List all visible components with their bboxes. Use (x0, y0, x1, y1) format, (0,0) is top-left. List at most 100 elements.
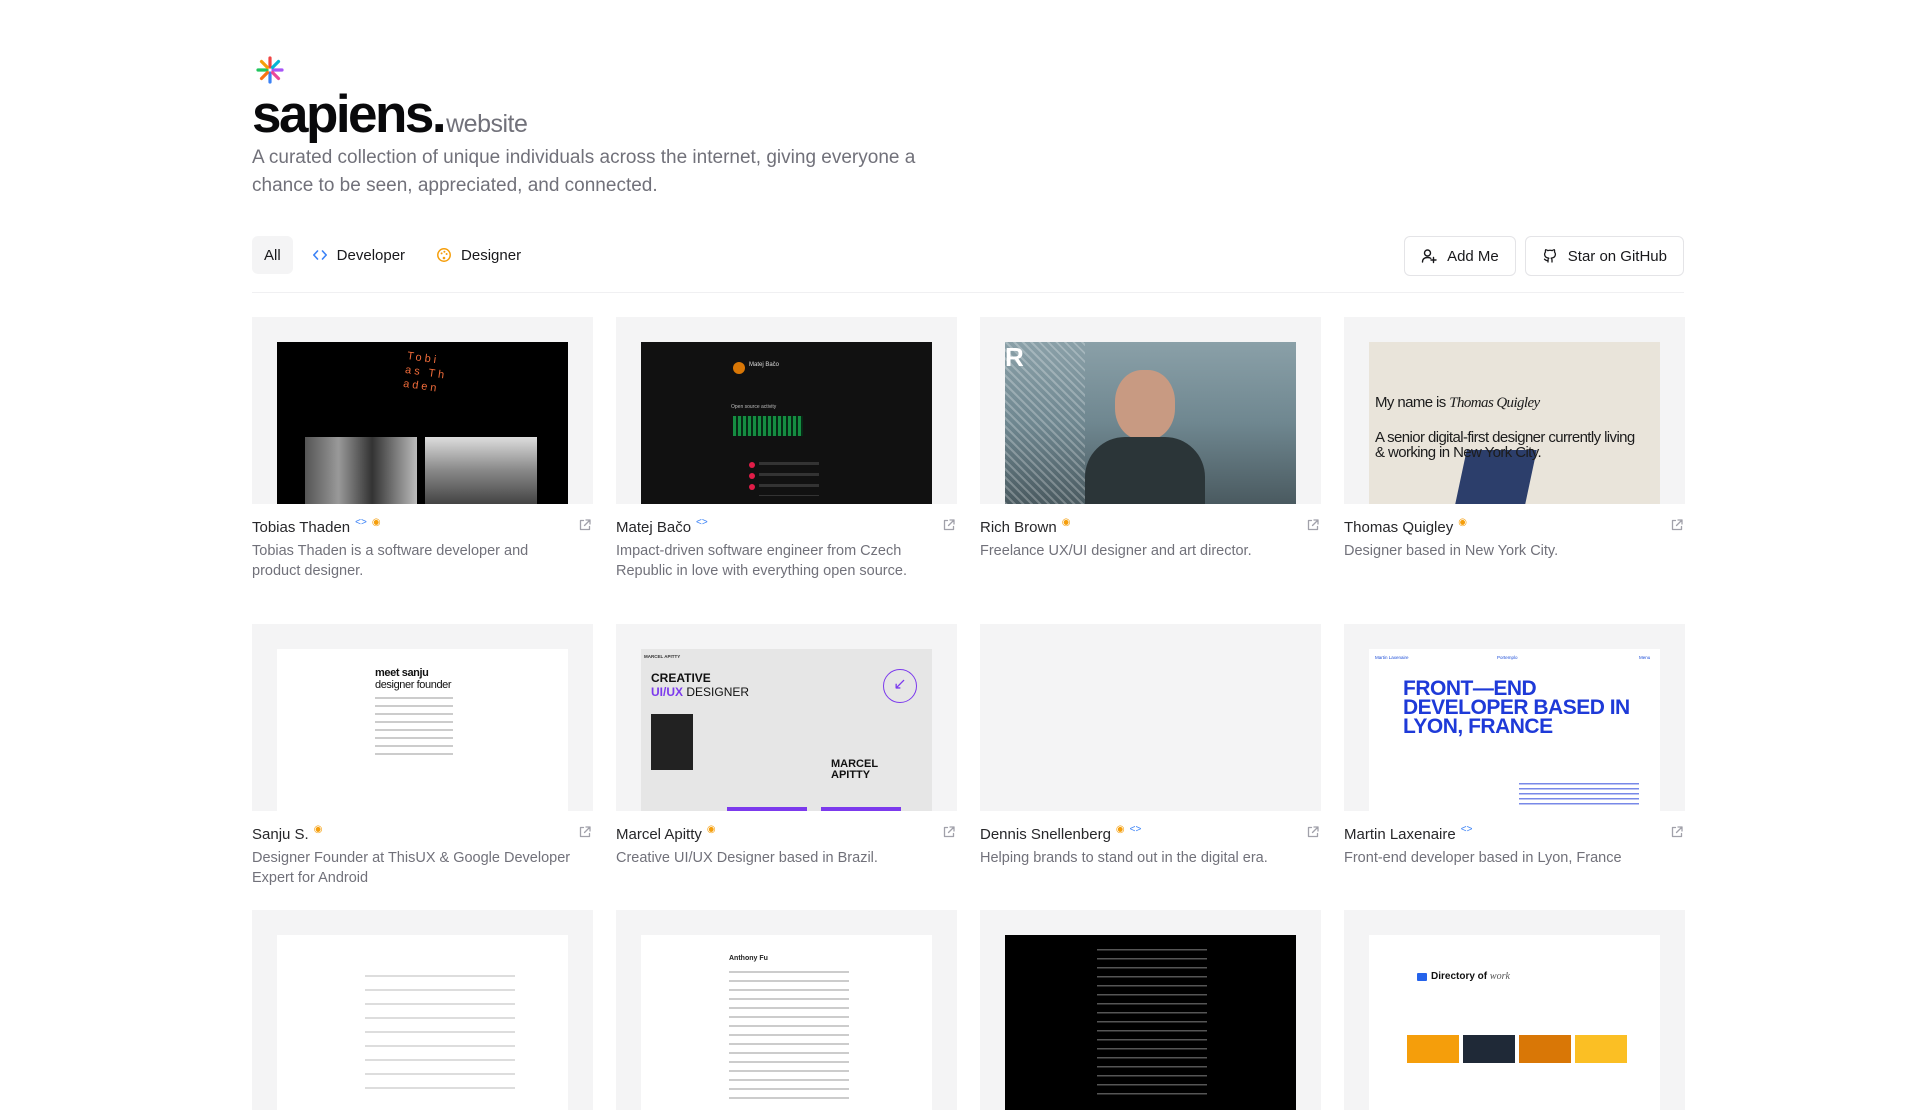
external-link-icon[interactable] (577, 824, 593, 840)
filter-tabs: All Developer Designer (252, 236, 533, 274)
external-link-icon[interactable] (1669, 517, 1685, 533)
preview-text: meet sanju (375, 667, 429, 679)
preview-headline: FRONT—END DEVELOPER BASED IN LYON, FRANC… (1403, 677, 1630, 738)
filter-designer-label: Designer (461, 246, 522, 264)
person-card: Directory of work (1344, 910, 1685, 1110)
preview-lines (375, 697, 453, 759)
person-card (252, 910, 593, 1110)
site-preview[interactable]: Matej Bačo Open source activity (616, 317, 957, 504)
preview-nav: Portemplo (1497, 655, 1518, 660)
preview-photo (305, 437, 417, 504)
toolbar: All Developer Designer Add Me Star on Gi… (252, 236, 1684, 276)
sapiens-logo-icon (256, 56, 284, 84)
external-link-icon[interactable] (1305, 517, 1321, 533)
site-preview[interactable]: Anthony Fu (616, 910, 957, 1110)
preview-word: work (1489, 971, 1510, 982)
person-description: Helping brands to stand out in the digit… (980, 850, 1268, 866)
person-card: My name is Thomas Quigley A senior digit… (1344, 317, 1685, 624)
arrow-circle-icon: ↙ (883, 669, 917, 703)
preview-text: UI/UX DESIGNER (651, 685, 749, 699)
preview-photo (1575, 1035, 1627, 1063)
star-label: Star on GitHub (1567, 247, 1667, 265)
header-divider (252, 292, 1684, 293)
external-link-icon[interactable] (941, 517, 957, 533)
person-name[interactable]: Tobias Thaden (252, 519, 350, 536)
preview-lines (729, 971, 849, 1101)
activity-graph (733, 416, 803, 436)
preview-text: MARCEL APITTY (644, 654, 681, 659)
person-description: Designer based in New York City. (1344, 543, 1559, 559)
person-card: Dennis Snellenberg ◉ <> Helping brands t… (980, 624, 1321, 910)
preview-lines (1097, 949, 1207, 1099)
preview-text: designer founder (375, 679, 452, 691)
person-description: Front-end developer based in Lyon, Franc… (1344, 850, 1622, 866)
person-description: Designer Founder at ThisUX & Google Deve… (252, 850, 571, 886)
site-preview[interactable] (980, 624, 1321, 811)
palette-icon: ◉ (1061, 517, 1071, 528)
site-preview[interactable]: MARCEL APITTY CREATIVE UI/UX DESIGNER ↙ … (616, 624, 957, 811)
header-actions: Add Me Star on GitHub (1404, 236, 1684, 276)
external-link-icon[interactable] (1305, 824, 1321, 840)
code-icon: <> (696, 517, 708, 528)
code-icon: <> (1129, 824, 1142, 835)
preview-word: DESIGNER (686, 685, 750, 699)
site-preview[interactable]: Tobi as Th aden (252, 317, 593, 504)
preview-text: Matej Bačo (749, 362, 780, 368)
star-on-github-button[interactable]: Star on GitHub (1524, 236, 1684, 276)
palette-icon (435, 246, 453, 264)
preview-text: My name is Thomas Quigley (1375, 394, 1540, 412)
site-preview[interactable]: R (980, 317, 1321, 504)
people-grid: Tobi as Th aden Tobias Thaden <> ◉ Tobia… (252, 317, 1685, 1110)
external-link-icon[interactable] (941, 824, 957, 840)
preview-text: Directory of work (1431, 971, 1510, 982)
external-link-icon[interactable] (1669, 824, 1685, 840)
filter-developer[interactable]: Developer (299, 236, 417, 274)
preview-text: Tobi as Th aden (402, 350, 448, 395)
add-me-button[interactable]: Add Me (1404, 236, 1516, 276)
person-description: Creative UI/UX Designer based in Brazil. (616, 850, 878, 866)
person-name[interactable]: Martin Laxenaire (1344, 826, 1456, 843)
portrait (1115, 370, 1175, 440)
brand-title: sapiens. website (252, 84, 528, 145)
palette-icon: ◉ (1115, 824, 1125, 835)
preview-line: My name is (1375, 394, 1446, 411)
person-name[interactable]: Sanju S. (252, 826, 309, 843)
preview-accent: UI/UX (651, 685, 684, 699)
person-name[interactable]: Thomas Quigley (1344, 519, 1453, 536)
palette-icon: ◉ (313, 824, 323, 835)
site-preview[interactable]: My name is Thomas Quigley A senior digit… (1344, 317, 1685, 504)
site-preview[interactable] (252, 910, 593, 1110)
person-card: Tobi as Th aden Tobias Thaden <> ◉ Tobia… (252, 317, 593, 624)
preview-dot (749, 462, 755, 468)
person-card: MARCEL APITTY CREATIVE UI/UX DESIGNER ↙ … (616, 624, 957, 910)
user-plus-icon (1421, 249, 1437, 264)
filter-all-label: All (264, 246, 281, 264)
external-link-icon[interactable] (577, 517, 593, 533)
preview-nav: Martin Laxenaire (1375, 655, 1409, 660)
site-preview[interactable]: Directory of work (1344, 910, 1685, 1110)
avatar (733, 362, 745, 374)
filter-all[interactable]: All (252, 236, 293, 274)
code-icon: <> (1460, 824, 1473, 835)
person-name[interactable]: Dennis Snellenberg (980, 826, 1111, 843)
preview-dot (749, 484, 755, 490)
person-name[interactable]: Marcel Apitty (616, 826, 702, 843)
preview-photo (651, 714, 693, 770)
preview-text: MARCEL APITTY (831, 758, 878, 781)
site-preview[interactable] (980, 910, 1321, 1110)
preview-photo (1407, 1035, 1459, 1063)
person-name[interactable]: Matej Bačo (616, 519, 691, 536)
person-card (980, 910, 1321, 1110)
brand-name: sapiens. (252, 85, 447, 144)
folder-icon (1417, 973, 1427, 981)
site-preview[interactable]: Martin Laxenaire Portemplo Menu FRONT—EN… (1344, 624, 1685, 811)
filter-designer[interactable]: Designer (423, 236, 533, 274)
person-name[interactable]: Rich Brown (980, 519, 1057, 536)
site-preview[interactable]: meet sanju designer founder (252, 624, 593, 811)
preview-list (759, 462, 819, 496)
preview-text: Open source activity (731, 404, 777, 410)
person-description: Tobias Thaden is a software developer an… (252, 543, 529, 579)
preview-photo (1519, 1035, 1571, 1063)
code-icon (311, 246, 329, 264)
person-card: Martin Laxenaire Portemplo Menu FRONT—EN… (1344, 624, 1685, 910)
